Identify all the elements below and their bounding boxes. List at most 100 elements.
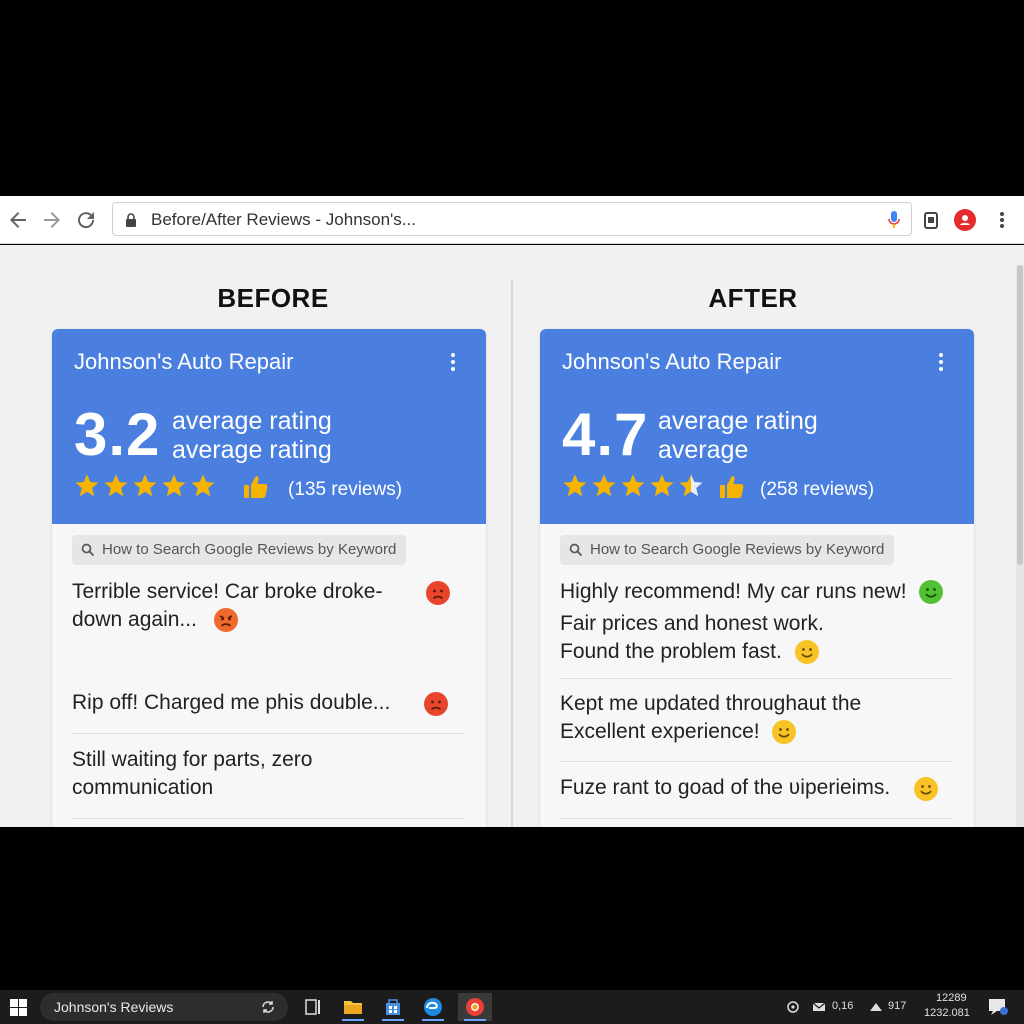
review-separator <box>560 761 952 762</box>
store-icon[interactable] <box>376 993 410 1021</box>
review-count: (258 reviews) <box>760 479 875 500</box>
review-separator <box>560 678 952 679</box>
review-item[interactable]: Terrible service! Car broke droke- down … <box>72 578 464 634</box>
business-name: Johnson's Auto Repair <box>562 349 782 374</box>
review-item[interactable]: Highly recommend! My car runs new! Fair … <box>560 578 952 666</box>
notification-icon[interactable] <box>988 998 1008 1016</box>
active-indicator <box>422 1019 444 1021</box>
rating-label-line1: average rating <box>172 407 332 435</box>
search-chip-label: How to Search Google Reviews by Keyword <box>102 541 397 558</box>
arrow-left-icon[interactable] <box>6 208 30 232</box>
profile-avatar-icon[interactable] <box>953 208 977 232</box>
review-separator <box>72 733 464 734</box>
after-business-card: Johnson's Auto Repair 4.7 average rating… <box>540 329 974 827</box>
review-text-line2: down again... <box>72 608 197 631</box>
star-icon <box>592 474 616 497</box>
star-icon <box>679 474 703 497</box>
widgets-icon[interactable] <box>296 993 330 1021</box>
column-divider <box>511 279 513 827</box>
more-options-icon[interactable] <box>444 351 462 373</box>
rating-label-line2: average <box>658 436 749 464</box>
review-item[interactable]: Rip off! Charged me phis double... <box>72 689 464 717</box>
star-icon <box>650 474 674 497</box>
review-text-line1: Highly recommend! My car runs new! <box>560 580 907 603</box>
before-business-card: Johnson's Auto Repair 3.2 average rating… <box>52 329 486 827</box>
browser-menu-icon[interactable] <box>990 208 1014 232</box>
microphone-icon[interactable] <box>887 210 901 230</box>
star-icon <box>133 474 157 497</box>
wifi-icon[interactable] <box>869 1000 883 1014</box>
taskbar: Johnson's Reviews 0,16 917 12289 1232.08… <box>0 990 1024 1024</box>
address-bar[interactable]: Before/After Reviews - Johnson's... <box>112 202 912 236</box>
arrow-right-icon[interactable] <box>40 208 64 232</box>
business-name: Johnson's Auto Repair <box>74 349 294 374</box>
review-item[interactable]: Fuze rant to goad of the ʋiperieims. <box>560 774 952 802</box>
clock-time[interactable]: 12289 <box>936 992 967 1004</box>
before-heading: BEFORE <box>217 283 329 313</box>
settings-icon[interactable] <box>786 1000 800 1014</box>
search-reviews-chip[interactable]: How to Search Google Reviews by Keyword <box>72 535 407 565</box>
review-text-line3: Found the problem fast. <box>560 640 782 663</box>
lock-icon <box>126 213 136 227</box>
reload-icon[interactable] <box>74 208 98 232</box>
chrome-browser-icon[interactable] <box>458 993 492 1021</box>
after-card-header: Johnson's Auto Repair 4.7 average rating… <box>540 329 974 524</box>
active-indicator <box>464 1019 486 1021</box>
star-icon <box>191 474 215 497</box>
browser-toolbar: Before/After Reviews - Johnson's... <box>0 196 1024 244</box>
address-text: Before/After Reviews - Johnson's... <box>151 210 416 229</box>
rating-label-line2: average rating <box>172 436 332 464</box>
smiling-face-emoji-icon <box>772 720 797 745</box>
star-icon <box>162 474 186 497</box>
thumbs-up-icon <box>244 476 268 498</box>
star-icon <box>75 474 99 497</box>
after-heading: AFTER <box>708 283 798 313</box>
active-indicator <box>342 1019 364 1021</box>
review-count: (135 reviews) <box>288 479 403 500</box>
happy-face-emoji-icon <box>919 580 944 605</box>
web-page: BEFORE Johnson's Auto Repair 3.2 average… <box>0 245 1024 827</box>
search-icon <box>569 543 583 557</box>
average-rating-value: 4.7 <box>562 401 649 468</box>
windows-start-icon[interactable] <box>10 999 27 1016</box>
sad-face-emoji-icon <box>424 692 448 716</box>
review-separator <box>560 818 952 819</box>
review-item[interactable]: Still waiting for parts, zero communicat… <box>72 746 464 802</box>
file-explorer-icon[interactable] <box>336 993 370 1021</box>
review-text-line1: Terrible service! Car broke droke- <box>72 580 383 603</box>
review-separator <box>72 818 464 819</box>
taskbar-search-input[interactable]: Johnson's Reviews <box>40 993 288 1021</box>
review-text-line1: Kept me updated throughaut the <box>560 692 862 715</box>
screen: Before/After Reviews - Johnson's... BEFO… <box>0 0 1024 1024</box>
review-text-line1: Fuze rant to goad of the ʋiperieims. <box>560 776 891 799</box>
search-icon <box>81 543 95 557</box>
clock-date[interactable]: 1232.081 <box>924 1007 970 1019</box>
mail-icon[interactable] <box>812 1000 826 1014</box>
taskbar-search-text: Johnson's Reviews <box>54 999 174 1015</box>
smiling-face-emoji-icon <box>794 640 819 665</box>
review-item[interactable]: Kept me updated throughaut the Excellent… <box>560 690 952 746</box>
star-icon <box>563 474 587 497</box>
more-options-icon[interactable] <box>932 351 950 373</box>
extension-icon[interactable] <box>919 208 943 232</box>
angry-face-emoji-icon <box>213 608 238 633</box>
star-icon <box>621 474 645 497</box>
task-view-icon[interactable] <box>260 999 276 1015</box>
network-status: 0,16 <box>832 1000 854 1012</box>
average-rating-value: 3.2 <box>74 401 161 468</box>
sad-face-emoji-icon <box>426 581 450 605</box>
search-reviews-chip[interactable]: How to Search Google Reviews by Keyword <box>560 535 895 565</box>
review-text-line1: Still waiting for parts, zero <box>72 748 313 771</box>
search-chip-label: How to Search Google Reviews by Keyword <box>590 541 885 558</box>
active-indicator <box>382 1019 404 1021</box>
volume-status: 917 <box>888 1000 907 1012</box>
scrollbar-thumb[interactable] <box>1017 265 1023 565</box>
review-text-line2: Fair prices and honest work. <box>560 612 824 635</box>
edge-browser-icon[interactable] <box>416 993 450 1021</box>
star-icon <box>104 474 128 497</box>
scrollbar[interactable] <box>1016 265 1024 827</box>
smiling-face-emoji-icon <box>914 777 938 801</box>
rating-label-line1: average rating <box>658 407 818 435</box>
thumbs-up-icon <box>720 476 744 498</box>
review-text-line2: Excellent experience! <box>560 720 760 743</box>
